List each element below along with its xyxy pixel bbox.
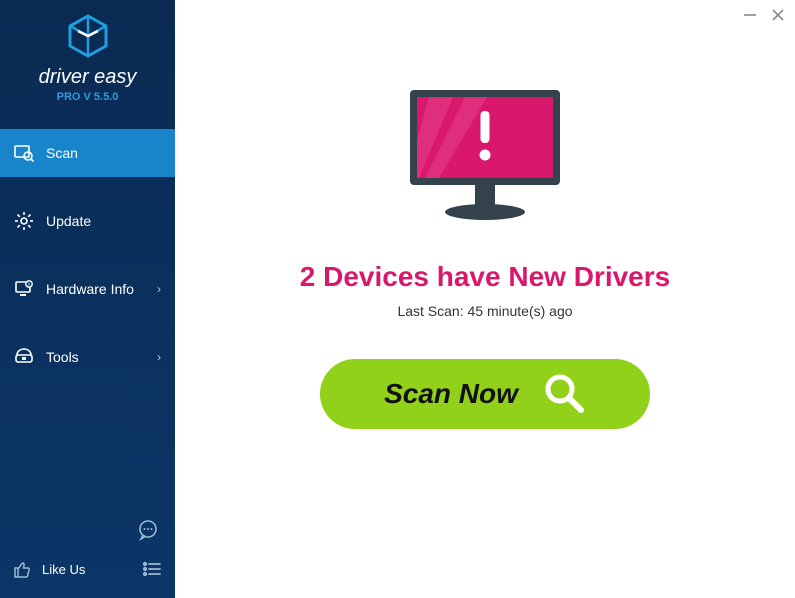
scan-button-label: Scan Now <box>384 378 518 410</box>
scan-icon <box>14 143 34 163</box>
nav-item-tools[interactable]: Tools › <box>0 333 175 381</box>
nav: Scan Update <box>0 129 175 381</box>
logo-icon <box>64 12 112 60</box>
chat-icon[interactable] <box>137 528 159 545</box>
close-button[interactable] <box>771 8 785 27</box>
nav-item-hardware-info[interactable]: i Hardware Info › <box>0 265 175 313</box>
nav-label: Hardware Info <box>46 281 134 297</box>
window-controls <box>743 8 785 27</box>
sidebar-bottom: Like Us <box>0 505 175 598</box>
alert-monitor-icon <box>395 80 575 235</box>
hardware-icon: i <box>14 279 34 299</box>
center-content: 2 Devices have New Drivers Last Scan: 45… <box>175 0 795 429</box>
brand-name: driver easy <box>0 66 175 89</box>
gear-icon <box>14 211 34 231</box>
chevron-right-icon: › <box>157 350 161 364</box>
sidebar: driver easy PRO V 5.5.0 Scan <box>0 0 175 598</box>
last-scan-label: Last Scan: 45 minute(s) ago <box>397 303 572 319</box>
status-headline: 2 Devices have New Drivers <box>300 261 670 293</box>
scan-now-button[interactable]: Scan Now <box>320 359 650 429</box>
chevron-right-icon: › <box>157 282 161 296</box>
version-label: PRO V 5.5.0 <box>0 91 175 103</box>
magnify-icon <box>542 371 586 418</box>
tools-icon <box>14 347 34 367</box>
nav-item-scan[interactable]: Scan <box>0 129 175 177</box>
minimize-button[interactable] <box>743 8 757 27</box>
like-us-label[interactable]: Like Us <box>42 562 85 577</box>
main-panel: 2 Devices have New Drivers Last Scan: 45… <box>175 0 795 598</box>
nav-item-update[interactable]: Update <box>0 197 175 245</box>
nav-label: Tools <box>46 349 79 365</box>
nav-label: Update <box>46 213 91 229</box>
nav-label: Scan <box>46 145 78 161</box>
menu-list-icon[interactable] <box>141 558 163 580</box>
thumbs-up-icon[interactable] <box>12 559 32 579</box>
logo-area: driver easy PRO V 5.5.0 <box>0 0 175 111</box>
